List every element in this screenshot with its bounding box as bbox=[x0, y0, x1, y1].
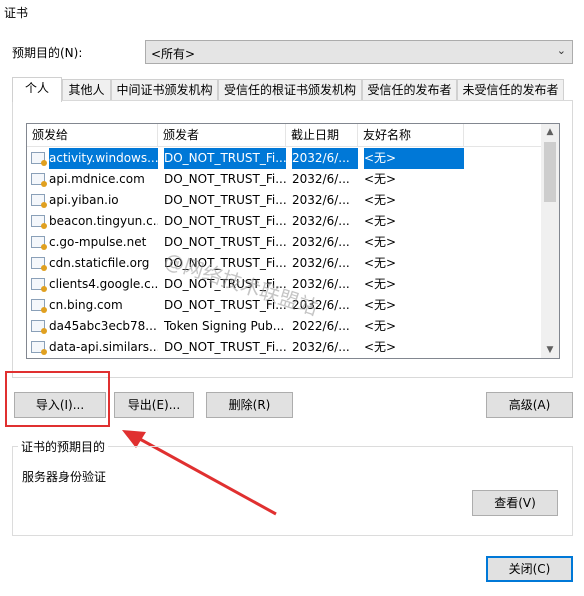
purpose-group-title: 证书的预期目的 bbox=[18, 438, 109, 455]
view-button[interactable]: 查看(V) bbox=[472, 490, 558, 516]
close-button[interactable]: 关闭(C) bbox=[486, 556, 573, 582]
tab-personal[interactable]: 个人 bbox=[12, 77, 62, 102]
purpose-group-text: 服务器身份验证 bbox=[22, 470, 107, 484]
